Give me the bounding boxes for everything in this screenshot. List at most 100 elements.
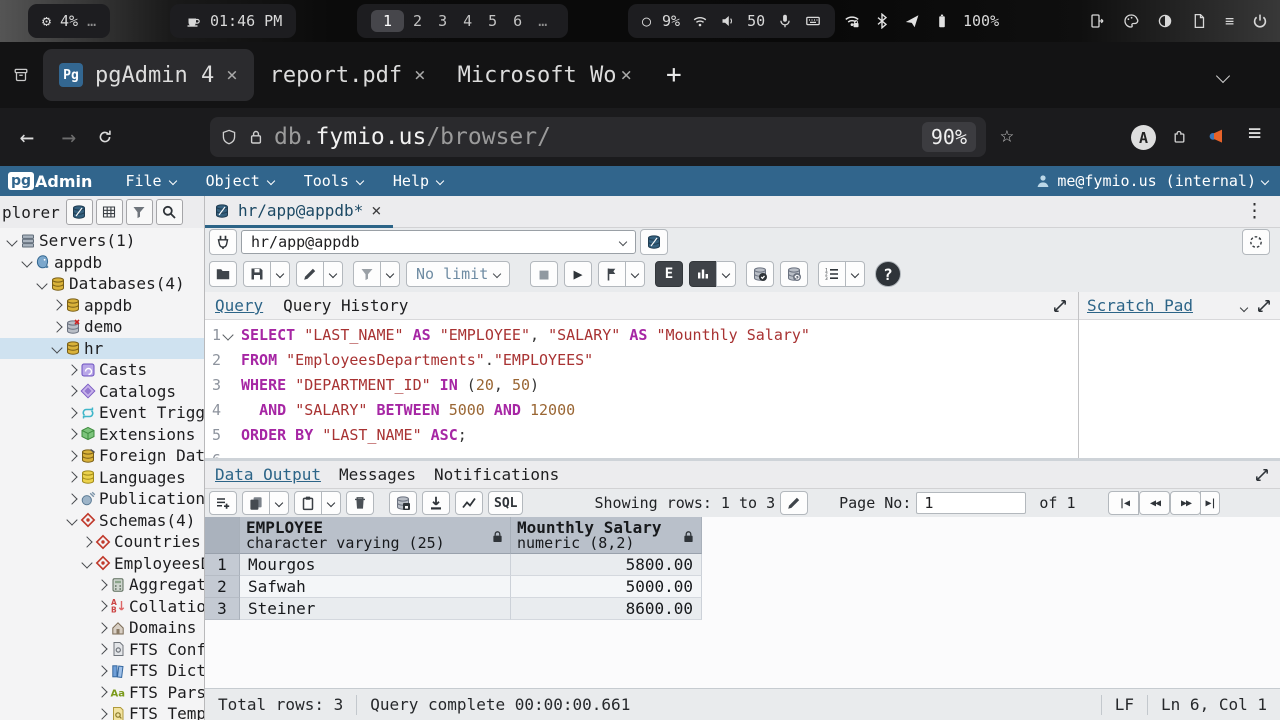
tree-item-fdw[interactable]: Foreign Data Wrappers [0,445,204,467]
account-menu[interactable]: me@fymio.us (internal) [1034,172,1280,190]
reset-layout-button[interactable] [1242,229,1270,255]
tree-item-domains[interactable]: Domains [0,617,204,639]
cell-salary[interactable]: 8600.00 [511,598,702,620]
edit-range-button[interactable] [780,491,808,515]
tree-item-fts-configurations[interactable]: FTS Configurations [0,639,204,661]
column-header-employee[interactable]: EMPLOYEE character varying (25) [240,517,511,554]
explain-options-button[interactable] [716,261,736,287]
tree-item-schema-employees[interactable]: EmployeesDepartments [0,553,204,575]
eol-mode[interactable]: LF [1101,695,1147,715]
tab-notifications[interactable]: Notifications [434,465,559,484]
forward-button[interactable]: → [54,123,84,151]
execute-button[interactable]: ▶ [564,261,592,287]
collapse-icon[interactable] [49,344,64,352]
edit-options-button[interactable] [323,261,343,287]
back-button[interactable]: ← [12,123,42,151]
tree-item-fts-templates[interactable]: FTS Templates [0,703,204,720]
collapse-icon[interactable] [19,258,34,266]
connection-dropdown[interactable]: hr/app@appdb [241,230,636,254]
tab-messages[interactable]: Messages [339,465,416,484]
tab-data-output[interactable]: Data Output [215,465,321,484]
tab-query[interactable]: Query [215,296,263,315]
close-icon[interactable]: × [414,64,425,86]
expand-icon[interactable] [94,667,109,675]
next-page-button[interactable]: ▶▶ [1170,491,1201,515]
tree-item-catalogs[interactable]: Catalogs [0,381,204,403]
expand-icon[interactable] [94,710,109,718]
workspace-1[interactable]: 1 [371,10,404,32]
copy-options-button[interactable] [269,491,289,515]
wifi-lock-icon[interactable] [843,13,860,29]
browser-tab-word[interactable]: Microsoft Wo × [442,49,648,101]
url-bar[interactable]: db.fymio.us/browser/ 90% [210,117,986,157]
cell-employee[interactable]: Steiner [240,598,511,620]
palette-icon[interactable] [1123,13,1140,29]
row-number[interactable]: 3 [205,598,240,620]
kebab-menu-icon[interactable]: ⋮ [1245,200,1264,222]
browser-tab-report[interactable]: report.pdf × [254,49,442,101]
tree-item-db-demo[interactable]: demo [0,316,204,338]
cell-employee[interactable]: Safwah [240,576,511,598]
save-options-button[interactable] [270,261,290,287]
new-connection-button[interactable] [640,229,668,255]
macros-chevron[interactable] [845,261,865,287]
cell-employee[interactable]: Mourgos [240,554,511,576]
power-icon[interactable] [1251,13,1268,29]
screen-toggle-icon[interactable] [1089,13,1106,29]
filter-rows-button[interactable] [353,261,381,287]
lock-icon[interactable] [247,129,264,145]
fold-icon[interactable] [222,329,233,340]
workspace-6[interactable]: 6 [506,11,529,31]
execute-options-chevron[interactable] [625,261,645,287]
search-button[interactable] [156,199,183,225]
expand-icon[interactable] [64,473,79,481]
hamburger-menu-icon[interactable]: ≡ [1248,121,1261,146]
close-icon[interactable]: × [226,64,237,86]
megaphone-icon[interactable] [1207,128,1224,144]
cell-salary[interactable]: 5800.00 [511,554,702,576]
reload-button[interactable] [96,129,113,145]
menu-tools[interactable]: Tools [289,166,378,196]
cell-salary[interactable]: 5000.00 [511,576,702,598]
tree-item-schema-countries[interactable]: Countries [0,531,204,553]
filter-options-button[interactable] [380,261,400,287]
expand-icon[interactable] [64,430,79,438]
send-icon[interactable] [903,13,920,29]
tree-item-event-triggers[interactable]: Event Triggers [0,402,204,424]
tree-item-fts-parsers[interactable]: AaFTS Parsers [0,682,204,704]
quick-settings[interactable]: ○ 9% 50 [628,4,835,38]
connection-status-button[interactable] [209,229,237,255]
collapse-icon[interactable] [34,280,49,288]
clock-indicator[interactable]: 01:46 PM [170,4,296,38]
paste-button[interactable] [294,491,322,515]
expand-icon[interactable] [64,366,79,374]
collapse-icon[interactable] [64,516,79,524]
delete-row-button[interactable] [346,491,374,515]
close-icon[interactable]: × [621,64,632,86]
add-row-button[interactable] [209,491,237,515]
menu-object[interactable]: Object [191,166,289,196]
table-row[interactable]: 3 Steiner 8600.00 [205,598,702,620]
menu-help[interactable]: Help [378,166,458,196]
chevron-down-icon[interactable] [1218,66,1228,85]
first-page-button[interactable]: |◀ [1108,491,1139,515]
expand-icon[interactable] [94,581,109,589]
tree-item-db-appdb[interactable]: appdb [0,295,204,317]
tree-item-servers[interactable]: Servers(1) [0,230,204,252]
explain-analyze-button[interactable] [689,261,717,287]
paste-options-button[interactable] [321,491,341,515]
sql-editor[interactable]: 1 SELECT "LAST_NAME" AS "EMPLOYEE", "SAL… [205,320,1078,458]
tree-item-server-appdb[interactable]: appdb [0,252,204,274]
menu-file[interactable]: File [110,166,190,196]
macros-button[interactable]: 123 [818,261,846,287]
connect-server-button[interactable] [66,199,93,225]
scratch-pad-title[interactable]: Scratch Pad [1087,296,1193,315]
document-icon[interactable] [1191,13,1208,29]
extension-a-badge[interactable]: A [1131,125,1156,150]
download-button[interactable] [422,491,450,515]
column-header-salary[interactable]: Mounthly Salary numeric (8,2) [511,517,702,554]
workspace-more[interactable]: … [531,11,554,31]
zoom-badge[interactable]: 90% [922,122,976,152]
tree-item-aggregates[interactable]: Aggregates [0,574,204,596]
tree-item-publications[interactable]: Publications [0,488,204,510]
